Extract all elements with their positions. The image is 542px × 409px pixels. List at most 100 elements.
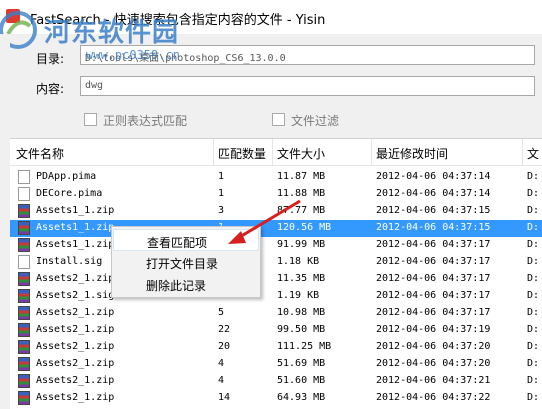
- cell-name: Assets2_1.zip: [36, 392, 115, 403]
- cell-path: D:: [527, 392, 540, 403]
- menu-item-open-folder[interactable]: 打开文件目录: [113, 251, 259, 273]
- regex-checkbox[interactable]: 正则表达式匹配: [84, 112, 187, 129]
- cell-path: D:: [527, 205, 540, 216]
- cell-path: D:: [527, 324, 540, 335]
- filter-checkbox[interactable]: 文件过滤: [272, 112, 339, 129]
- cell-name: Assets2_1.zip: [36, 341, 115, 352]
- watermark-brand: 河东软件园: [44, 18, 180, 48]
- cell-path: D:: [527, 307, 540, 318]
- document-file-icon: [18, 170, 30, 184]
- cell-name: DECore.pima: [36, 188, 103, 199]
- table-row[interactable]: Assets2_1.zip 5 10.98 MB 2012-04-06 04:37:1…: [10, 305, 542, 322]
- watermark-url: www.pc0359.cn: [86, 48, 180, 62]
- cell-name: Assets2_1.sig: [36, 290, 115, 301]
- cell-count: 1: [218, 188, 225, 199]
- dir-label: 目录:: [36, 52, 65, 66]
- filter-checkbox-label: 文件过滤: [291, 114, 340, 128]
- menu-item-label: 打开文件目录: [146, 257, 219, 271]
- cell-time: 2012-04-06 04:37:15: [376, 222, 491, 233]
- archive-file-icon: [18, 204, 30, 218]
- cell-name: Assets2_1.zip: [36, 375, 115, 386]
- cell-path: D:: [527, 256, 540, 267]
- cell-name: Install.sig: [36, 256, 103, 267]
- table-row[interactable]: Assets2_1.zip 22 99.50 MB 2012-04-06 04:37:…: [10, 322, 542, 339]
- cell-time: 2012-04-06 04:37:17: [376, 273, 491, 284]
- table-row[interactable]: DECore.pima 1 11.88 MB 2012-04-06 04:37:14 D…: [10, 186, 542, 203]
- cell-size: 64.93 MB: [277, 392, 326, 403]
- cell-size: 51.60 MB: [277, 375, 326, 386]
- cell-time: 2012-04-06 04:37:17: [376, 239, 491, 250]
- table-row[interactable]: Assets2_1.zip 14 64.93 MB 2012-04-06 04:37:…: [10, 390, 542, 407]
- cell-time: 2012-04-06 04:37:15: [376, 205, 491, 216]
- cell-name: Assets2_1.zip: [36, 273, 115, 284]
- cell-path: D:: [527, 290, 540, 301]
- cell-count: 4: [218, 358, 225, 369]
- cell-size: 1.19 KB: [277, 290, 320, 301]
- cell-name: PDApp.pima: [36, 171, 97, 182]
- col-header-count[interactable]: 匹配数量: [218, 145, 266, 162]
- cell-size: 120.56 MB: [277, 222, 332, 233]
- cell-name: Assets2_1.zip: [36, 307, 115, 318]
- cell-path: D:: [527, 171, 540, 182]
- archive-file-icon: [18, 374, 30, 388]
- archive-file-icon: [18, 272, 30, 286]
- table-row[interactable]: Assets2_1.zip 20 111.25 MB 2012-04-06 04:37…: [10, 339, 542, 356]
- filter-checkbox-box[interactable]: [272, 113, 285, 126]
- archive-file-icon: [18, 238, 30, 252]
- cell-time: 2012-04-06 04:37:17: [376, 307, 491, 318]
- menu-item-view-matches[interactable]: 查看匹配项: [113, 229, 259, 251]
- cell-name: Assets2_1.zip: [36, 358, 115, 369]
- cell-path: D:: [527, 375, 540, 386]
- results-list[interactable]: 文件名称 匹配数量 文件大小 最近修改时间 文 PDApp.pima 1 11.87…: [10, 138, 542, 409]
- window-border: [0, 34, 10, 408]
- cell-size: 10.98 MB: [277, 307, 326, 318]
- table-row[interactable]: Assets2_1.zip 11.35 MB 2012-04-06 04:37:17…: [10, 271, 542, 288]
- document-file-icon: [18, 187, 30, 201]
- cell-time: 2012-04-06 04:37:14: [376, 188, 491, 199]
- document-file-icon: [18, 255, 30, 269]
- col-header-size[interactable]: 文件大小: [277, 145, 325, 162]
- cell-path: D:: [527, 188, 540, 199]
- content-field[interactable]: dwg: [80, 76, 535, 96]
- table-row[interactable]: Assets1_1.zip 3 87.77 MB 2012-04-06 04:37:1…: [10, 203, 542, 220]
- content-label: 内容:: [36, 82, 65, 96]
- menu-item-label: 删除此记录: [146, 279, 207, 293]
- cell-size: 99.50 MB: [277, 324, 326, 335]
- cell-time: 2012-04-06 04:37:17: [376, 290, 491, 301]
- cell-time: 2012-04-06 04:37:17: [376, 256, 491, 267]
- table-row[interactable]: Assets2_1.zip 4 51.60 MB 2012-04-06 04:37:2…: [10, 373, 542, 390]
- menu-item-delete-record[interactable]: 删除此记录: [113, 273, 259, 295]
- cell-size: 87.77 MB: [277, 205, 326, 216]
- cell-time: 2012-04-06 04:37:22: [376, 392, 491, 403]
- cell-time: 2012-04-06 04:37:21: [376, 375, 491, 386]
- cell-size: 1.18 KB: [277, 256, 320, 267]
- table-row[interactable]: PDApp.pima 1 11.87 MB 2012-04-06 04:37:14 D:: [10, 169, 542, 186]
- col-header-path[interactable]: 文: [527, 145, 539, 162]
- archive-file-icon: [18, 221, 30, 235]
- cell-count: 1: [218, 171, 225, 182]
- cell-time: 2012-04-06 04:37:20: [376, 358, 491, 369]
- cell-path: D:: [527, 239, 540, 250]
- cell-path: D:: [527, 273, 540, 284]
- cell-count: 5: [218, 307, 225, 318]
- col-header-time[interactable]: 最近修改时间: [376, 145, 448, 162]
- cell-path: D:: [527, 341, 540, 352]
- archive-file-icon: [18, 357, 30, 371]
- col-header-name[interactable]: 文件名称: [16, 145, 64, 162]
- archive-file-icon: [18, 340, 30, 354]
- table-row[interactable]: Assets2_1.sig 1.19 KB 2012-04-06 04:37:17 D…: [10, 288, 542, 305]
- cell-size: 111.25 MB: [277, 341, 332, 352]
- regex-checkbox-label: 正则表达式匹配: [103, 114, 188, 128]
- cell-size: 91.99 MB: [277, 239, 326, 250]
- archive-file-icon: [18, 306, 30, 320]
- table-row[interactable]: Assets1_1.zip 91.99 MB 2012-04-06 04:37:17…: [10, 237, 542, 254]
- archive-file-icon: [18, 323, 30, 337]
- table-row[interactable]: Assets2_1.zip 4 51.69 MB 2012-04-06 04:37:2…: [10, 356, 542, 373]
- cell-count: 4: [218, 375, 225, 386]
- cell-name: Assets1_1.zip: [36, 205, 115, 216]
- table-row[interactable]: Assets1_1.zip1120.56 MB2012-04-06 04:37:…: [10, 220, 542, 237]
- regex-checkbox-box[interactable]: [84, 113, 97, 126]
- table-row[interactable]: Install.sig 1.18 KB 2012-04-06 04:37:17 D:: [10, 254, 542, 271]
- cell-time: 2012-04-06 04:37:20: [376, 341, 491, 352]
- archive-file-icon: [18, 391, 30, 405]
